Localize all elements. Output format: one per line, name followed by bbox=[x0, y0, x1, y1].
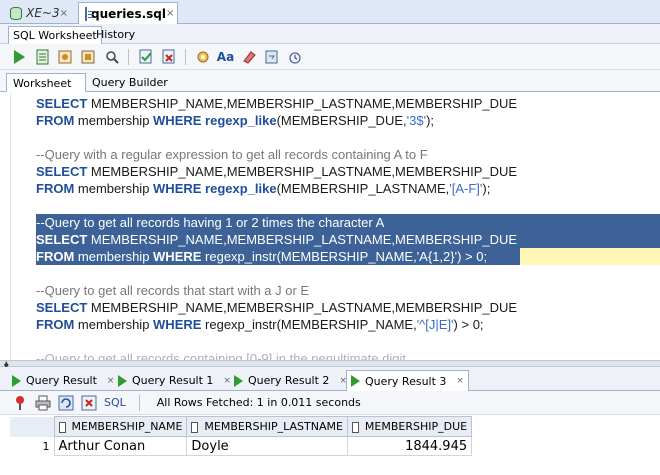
tab-label: queries.sql bbox=[91, 6, 166, 21]
toolbar-separator bbox=[138, 394, 140, 411]
tab-query-result[interactable]: Query Result × bbox=[8, 370, 118, 391]
tab-worksheet[interactable]: Worksheet bbox=[6, 73, 86, 92]
code-comment: --Query to get all records that start wi… bbox=[36, 283, 310, 298]
refresh-icon bbox=[58, 395, 73, 410]
code-line: SELECT MEMBERSHIP_NAME,MEMBERSHIP_LASTNA… bbox=[36, 96, 518, 111]
toolbar-separator bbox=[128, 48, 129, 65]
tab-query-builder[interactable]: Query Builder bbox=[86, 73, 174, 92]
timer-button[interactable] bbox=[285, 48, 304, 66]
autotrace-icon bbox=[58, 50, 71, 63]
grid-header-row: MEMBERSHIP_NAME MEMBERSHIP_LASTNAME MEMB… bbox=[10, 416, 473, 437]
sql-gear-icon bbox=[197, 51, 208, 62]
clock-icon bbox=[288, 51, 301, 64]
cell-membership-name[interactable]: Arthur Conan bbox=[53, 436, 188, 456]
change-case-button[interactable]: Aa bbox=[216, 48, 235, 66]
sql-editor[interactable]: SELECT MEMBERSHIP_NAME,MEMBERSHIP_LASTNA… bbox=[0, 93, 660, 360]
commit-icon bbox=[139, 49, 152, 63]
clipboard-button[interactable] bbox=[262, 48, 281, 66]
column-header-membership-name[interactable]: MEMBERSHIP_NAME bbox=[53, 416, 188, 437]
tab-label: Query Result bbox=[26, 374, 97, 387]
tab-query-result-3[interactable]: Query Result 3 × bbox=[346, 370, 469, 391]
pin-button[interactable] bbox=[10, 394, 29, 412]
play-icon bbox=[14, 49, 25, 64]
sql-file-icon bbox=[85, 6, 94, 21]
tab-query-result-2[interactable]: Query Result 2 × bbox=[230, 370, 351, 391]
autotrace-button[interactable] bbox=[56, 48, 75, 66]
close-icon[interactable]: × bbox=[60, 8, 68, 19]
tab-history[interactable]: History bbox=[92, 26, 139, 44]
run-script-button[interactable] bbox=[33, 48, 52, 66]
code-line: FROM membership WHERE regexp_like(MEMBER… bbox=[36, 113, 435, 128]
clipboard-icon bbox=[265, 50, 277, 63]
run-statement-button[interactable] bbox=[10, 48, 29, 66]
column-type-icon bbox=[58, 421, 66, 433]
document-tab-bar: XE~3 × queries.sql × bbox=[0, 0, 660, 24]
tab-query-result-1[interactable]: Query Result 1 × bbox=[114, 370, 235, 391]
refresh-button[interactable] bbox=[56, 394, 75, 412]
sql-link[interactable]: SQL bbox=[104, 396, 126, 409]
fetch-status: All Rows Fetched: 1 in 0.011 seconds bbox=[156, 396, 361, 409]
result-tab-bar: Query Result × Query Result 1 × Query Re… bbox=[0, 367, 660, 391]
tab-connection-xe[interactable]: XE~3 × bbox=[2, 2, 74, 24]
eraser-icon bbox=[242, 50, 256, 64]
tab-label: Query Result 1 bbox=[132, 374, 214, 387]
editor-toolbar: Aa bbox=[0, 44, 660, 70]
tab-label: XE~3 bbox=[26, 6, 60, 20]
tab-label: Query Result 3 bbox=[365, 374, 447, 388]
change-case-icon: Aa bbox=[216, 49, 235, 64]
close-icon[interactable]: × bbox=[166, 8, 174, 19]
cell-membership-lastname[interactable]: Doyle bbox=[186, 436, 348, 456]
row-number: 1 bbox=[10, 436, 54, 456]
rollback-button[interactable] bbox=[159, 48, 178, 66]
print-icon bbox=[35, 395, 50, 410]
current-line-highlight bbox=[520, 248, 660, 265]
sql-history-button[interactable] bbox=[193, 48, 212, 66]
code-line: FROM membership WHERE regexp_like(MEMBER… bbox=[36, 181, 491, 196]
tab-queries-sql[interactable]: queries.sql × bbox=[78, 2, 178, 24]
explain-plan-icon bbox=[81, 50, 94, 63]
cancel-query-button[interactable] bbox=[79, 394, 98, 412]
column-header-membership-due[interactable]: MEMBERSHIP_DUE bbox=[346, 416, 473, 437]
row-number-header bbox=[10, 416, 54, 437]
toolbar-separator bbox=[185, 48, 186, 65]
cancel-icon bbox=[81, 395, 96, 410]
column-type-icon bbox=[191, 421, 199, 433]
tab-label: Query Result 2 bbox=[248, 374, 330, 387]
code-line-selected: FROM membership WHERE regexp_instr(MEMBE… bbox=[36, 249, 488, 264]
run-script-icon bbox=[36, 49, 48, 64]
code-line: FROM membership WHERE regexp_instr(MEMBE… bbox=[36, 317, 484, 332]
column-type-icon bbox=[351, 421, 359, 433]
tab-sql-worksheet[interactable]: SQL Worksheet bbox=[8, 26, 102, 44]
code-line: SELECT MEMBERSHIP_NAME,MEMBERSHIP_LASTNA… bbox=[36, 300, 518, 315]
result-play-icon bbox=[12, 374, 21, 387]
table-row[interactable]: 1 Arthur Conan Doyle 1844.945 bbox=[10, 436, 473, 456]
code-comment: --Query to get all records containing [0… bbox=[36, 351, 406, 360]
result-toolbar: SQL All Rows Fetched: 1 in 0.011 seconds bbox=[0, 391, 660, 415]
column-header-membership-lastname[interactable]: MEMBERSHIP_LASTNAME bbox=[186, 416, 348, 437]
result-play-icon bbox=[351, 375, 360, 387]
code-line: SELECT MEMBERSHIP_NAME,MEMBERSHIP_LASTNA… bbox=[36, 164, 518, 179]
cell-membership-due[interactable]: 1844.945 bbox=[346, 436, 473, 456]
magnifier-icon bbox=[105, 50, 119, 64]
explain-plan-button[interactable] bbox=[79, 48, 98, 66]
close-icon[interactable]: × bbox=[456, 376, 464, 386]
rollback-icon bbox=[162, 49, 174, 63]
code-comment: --Query with a regular expression to get… bbox=[36, 147, 428, 162]
pane-splitter[interactable]: ▲▼ bbox=[0, 360, 660, 370]
sql-tuning-button[interactable] bbox=[102, 48, 121, 66]
print-button[interactable] bbox=[33, 394, 52, 412]
pin-icon bbox=[15, 395, 24, 410]
code-line-selected: SELECT MEMBERSHIP_NAME,MEMBERSHIP_LASTNA… bbox=[36, 232, 518, 247]
result-grid: MEMBERSHIP_NAME MEMBERSHIP_LASTNAME MEMB… bbox=[10, 416, 473, 456]
worksheet-mode-tabs: Worksheet Query Builder bbox=[0, 70, 660, 92]
code-comment-selected: --Query to get all records having 1 or 2… bbox=[36, 215, 385, 230]
result-play-icon bbox=[234, 374, 243, 387]
clear-button[interactable] bbox=[239, 48, 258, 66]
result-play-icon bbox=[118, 374, 127, 387]
commit-button[interactable] bbox=[136, 48, 155, 66]
database-connection-icon bbox=[8, 6, 23, 20]
editor-gutter bbox=[0, 93, 11, 360]
worksheet-history-tabs: SQL Worksheet History bbox=[0, 24, 660, 44]
